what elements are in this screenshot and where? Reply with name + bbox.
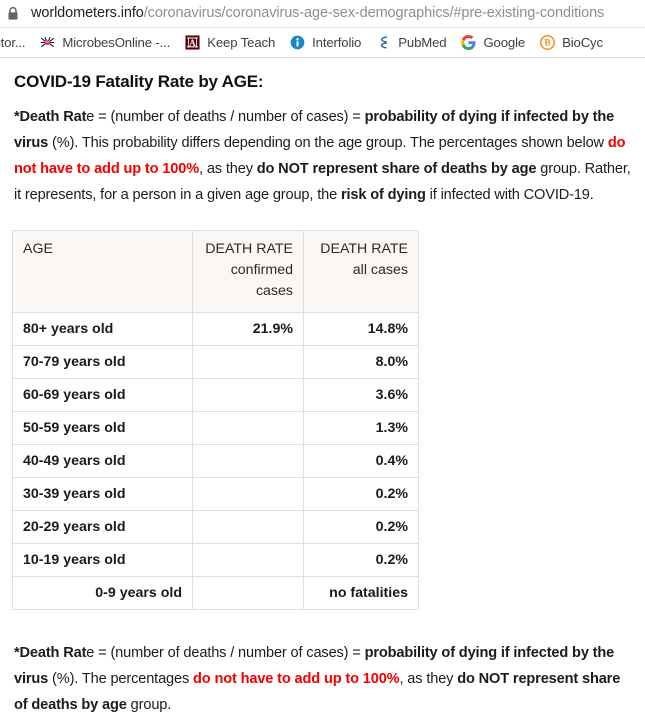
cell-death-rate-confirmed: [192, 444, 304, 478]
column-header-death-rate-all: DEATH RATE all cases: [303, 230, 419, 313]
browser-chrome: worldometers.info/coronavirus/coronaviru…: [0, 0, 645, 58]
cell-death-rate-all: 0.4%: [303, 444, 419, 478]
intro-paragraph: *Death Rate = (number of deaths / number…: [14, 104, 631, 208]
fatality-rate-table: AGE DEATH RATE confirmed cases DEATH RAT…: [12, 230, 419, 610]
cell-death-rate-all: 8.0%: [303, 345, 419, 379]
cell-death-rate-confirmed: [192, 345, 304, 379]
table-row: 30-39 years old 0.2%: [12, 477, 419, 511]
bookmark-label: Google: [483, 35, 526, 50]
bookmark-label: MicrobesOnline -...: [62, 35, 171, 50]
intro-bold-0: *Death Rat: [14, 109, 87, 125]
bookmark-item-microbesonline[interactable]: MicrobesOnline -...: [32, 31, 177, 55]
cell-death-rate-all: no fatalities: [303, 576, 419, 610]
page-content: COVID-19 Fatality Rate by AGE: *Death Ra…: [0, 72, 645, 718]
column-header-confirmed-sub-2: cases: [255, 283, 293, 299]
cell-age-group: 40-49 years old: [12, 444, 193, 478]
footnote-bold-0: *Death Rat: [14, 645, 87, 661]
table-row: 60-69 years old 3.6%: [12, 378, 419, 412]
cell-age-group: 0-9 years old: [12, 576, 193, 610]
texas-am-icon: A: [184, 35, 200, 51]
column-header-age: AGE: [12, 230, 193, 313]
footnote-emphasis-4: do not have to add up to 100%: [193, 671, 400, 687]
footnote-text-1: e = (number of deaths / number of cases)…: [86, 645, 365, 661]
biocyc-b-icon: B: [539, 35, 555, 51]
bookmarks-bar: ector... MicrobesOnline -...: [0, 28, 645, 58]
table-body: 80+ years old 21.9% 14.8% 70-79 years old 8.…: [12, 312, 419, 610]
url-domain: worldometers.info: [31, 5, 144, 21]
cell-age-group: 60-69 years old: [12, 378, 193, 412]
intro-bold-8: risk of dying: [340, 187, 426, 203]
column-header-confirmed-main: DEATH RATE: [205, 241, 293, 257]
cell-death-rate-confirmed: [192, 411, 304, 445]
microbesonline-bug-icon: [39, 35, 55, 51]
bookmark-item-keep-teach[interactable]: A Keep Teach: [177, 31, 282, 55]
page-title: COVID-19 Fatality Rate by AGE:: [14, 72, 264, 91]
intro-text-3: (%). This probability differs depending …: [48, 135, 608, 151]
cell-death-rate-all: 14.8%: [303, 312, 419, 346]
column-header-death-rate-confirmed: DEATH RATE confirmed cases: [192, 230, 304, 313]
cell-death-rate-all: 1.3%: [303, 411, 419, 445]
intro-text-1: e = (number of deaths / number of cases)…: [86, 109, 365, 125]
cell-death-rate-all: 3.6%: [303, 378, 419, 412]
cell-death-rate-confirmed: [192, 477, 304, 511]
bookmark-label: Interfolio: [312, 35, 362, 50]
cell-age-group: 10-19 years old: [12, 543, 193, 577]
table-row: 50-59 years old 1.3%: [12, 411, 419, 445]
intro-text-5: , as they: [199, 161, 257, 177]
cell-death-rate-confirmed: 21.9%: [192, 312, 304, 346]
cell-age-group: 70-79 years old: [12, 345, 193, 379]
bookmark-item-google[interactable]: Google: [453, 31, 532, 55]
table-row: 10-19 years old 0.2%: [12, 543, 419, 577]
lock-icon[interactable]: [6, 6, 20, 22]
cell-death-rate-confirmed: [192, 378, 304, 412]
intro-bold-6: do NOT represent share of deaths by age: [256, 161, 537, 177]
cell-age-group: 30-39 years old: [12, 477, 193, 511]
url-path: /coronavirus/coronavirus-age-sex-demogra…: [143, 5, 605, 21]
bookmark-label: PubMed: [398, 35, 447, 50]
cell-age-group: 80+ years old: [12, 312, 193, 346]
bookmark-item-biocyc[interactable]: B BioCyc: [532, 31, 610, 55]
cell-death-rate-all: 0.2%: [303, 477, 419, 511]
table-header-row: AGE DEATH RATE confirmed cases DEATH RAT…: [12, 230, 419, 313]
svg-text:B: B: [544, 38, 550, 48]
column-header-all-main: DEATH RATE: [320, 241, 408, 257]
footnote-text-5: , as they: [399, 671, 458, 687]
footnote-paragraph: *Death Rate = (number of deaths / number…: [14, 640, 631, 718]
bookmark-item-pubmed[interactable]: PubMed: [368, 31, 453, 55]
table-row: 70-79 years old 8.0%: [12, 345, 419, 379]
table-row: 40-49 years old 0.4%: [12, 444, 419, 478]
column-header-age-main: AGE: [23, 241, 53, 257]
cell-age-group: 20-29 years old: [12, 510, 193, 544]
bookmark-label: BioCyc: [562, 35, 603, 50]
table-header: AGE DEATH RATE confirmed cases DEATH RAT…: [12, 230, 419, 313]
google-g-icon: [460, 35, 476, 51]
url-text[interactable]: worldometers.info/coronavirus/coronaviru…: [31, 5, 604, 22]
cell-death-rate-confirmed: [192, 576, 304, 610]
footnote-text-3: (%). The percentages: [48, 671, 194, 687]
table-row: 0-9 years old no fatalities: [12, 576, 419, 610]
table-row: 80+ years old 21.9% 14.8%: [12, 312, 419, 346]
bookmark-item-interfolio[interactable]: Interfolio: [282, 31, 368, 55]
column-header-confirmed-sub-1: confirmed: [230, 262, 293, 278]
cell-death-rate-confirmed: [192, 543, 304, 577]
column-header-all-sub-1: all cases: [352, 262, 408, 278]
pubmed-helix-icon: [375, 35, 391, 51]
cell-death-rate-confirmed: [192, 510, 304, 544]
table-row: 20-29 years old 0.2%: [12, 510, 419, 544]
cell-age-group: 50-59 years old: [12, 411, 193, 445]
bookmark-item-ector[interactable]: ector...: [0, 31, 32, 55]
cell-death-rate-all: 0.2%: [303, 543, 419, 577]
cell-death-rate-all: 0.2%: [303, 510, 419, 544]
footnote-text-7: group.: [126, 697, 172, 713]
omnibox[interactable]: worldometers.info/coronavirus/coronaviru…: [0, 0, 645, 28]
info-circle-icon: [289, 35, 305, 51]
bookmark-label: Keep Teach: [207, 35, 276, 50]
intro-text-9: if infected with COVID-19.: [425, 187, 594, 203]
bookmark-label: ector...: [0, 35, 26, 50]
